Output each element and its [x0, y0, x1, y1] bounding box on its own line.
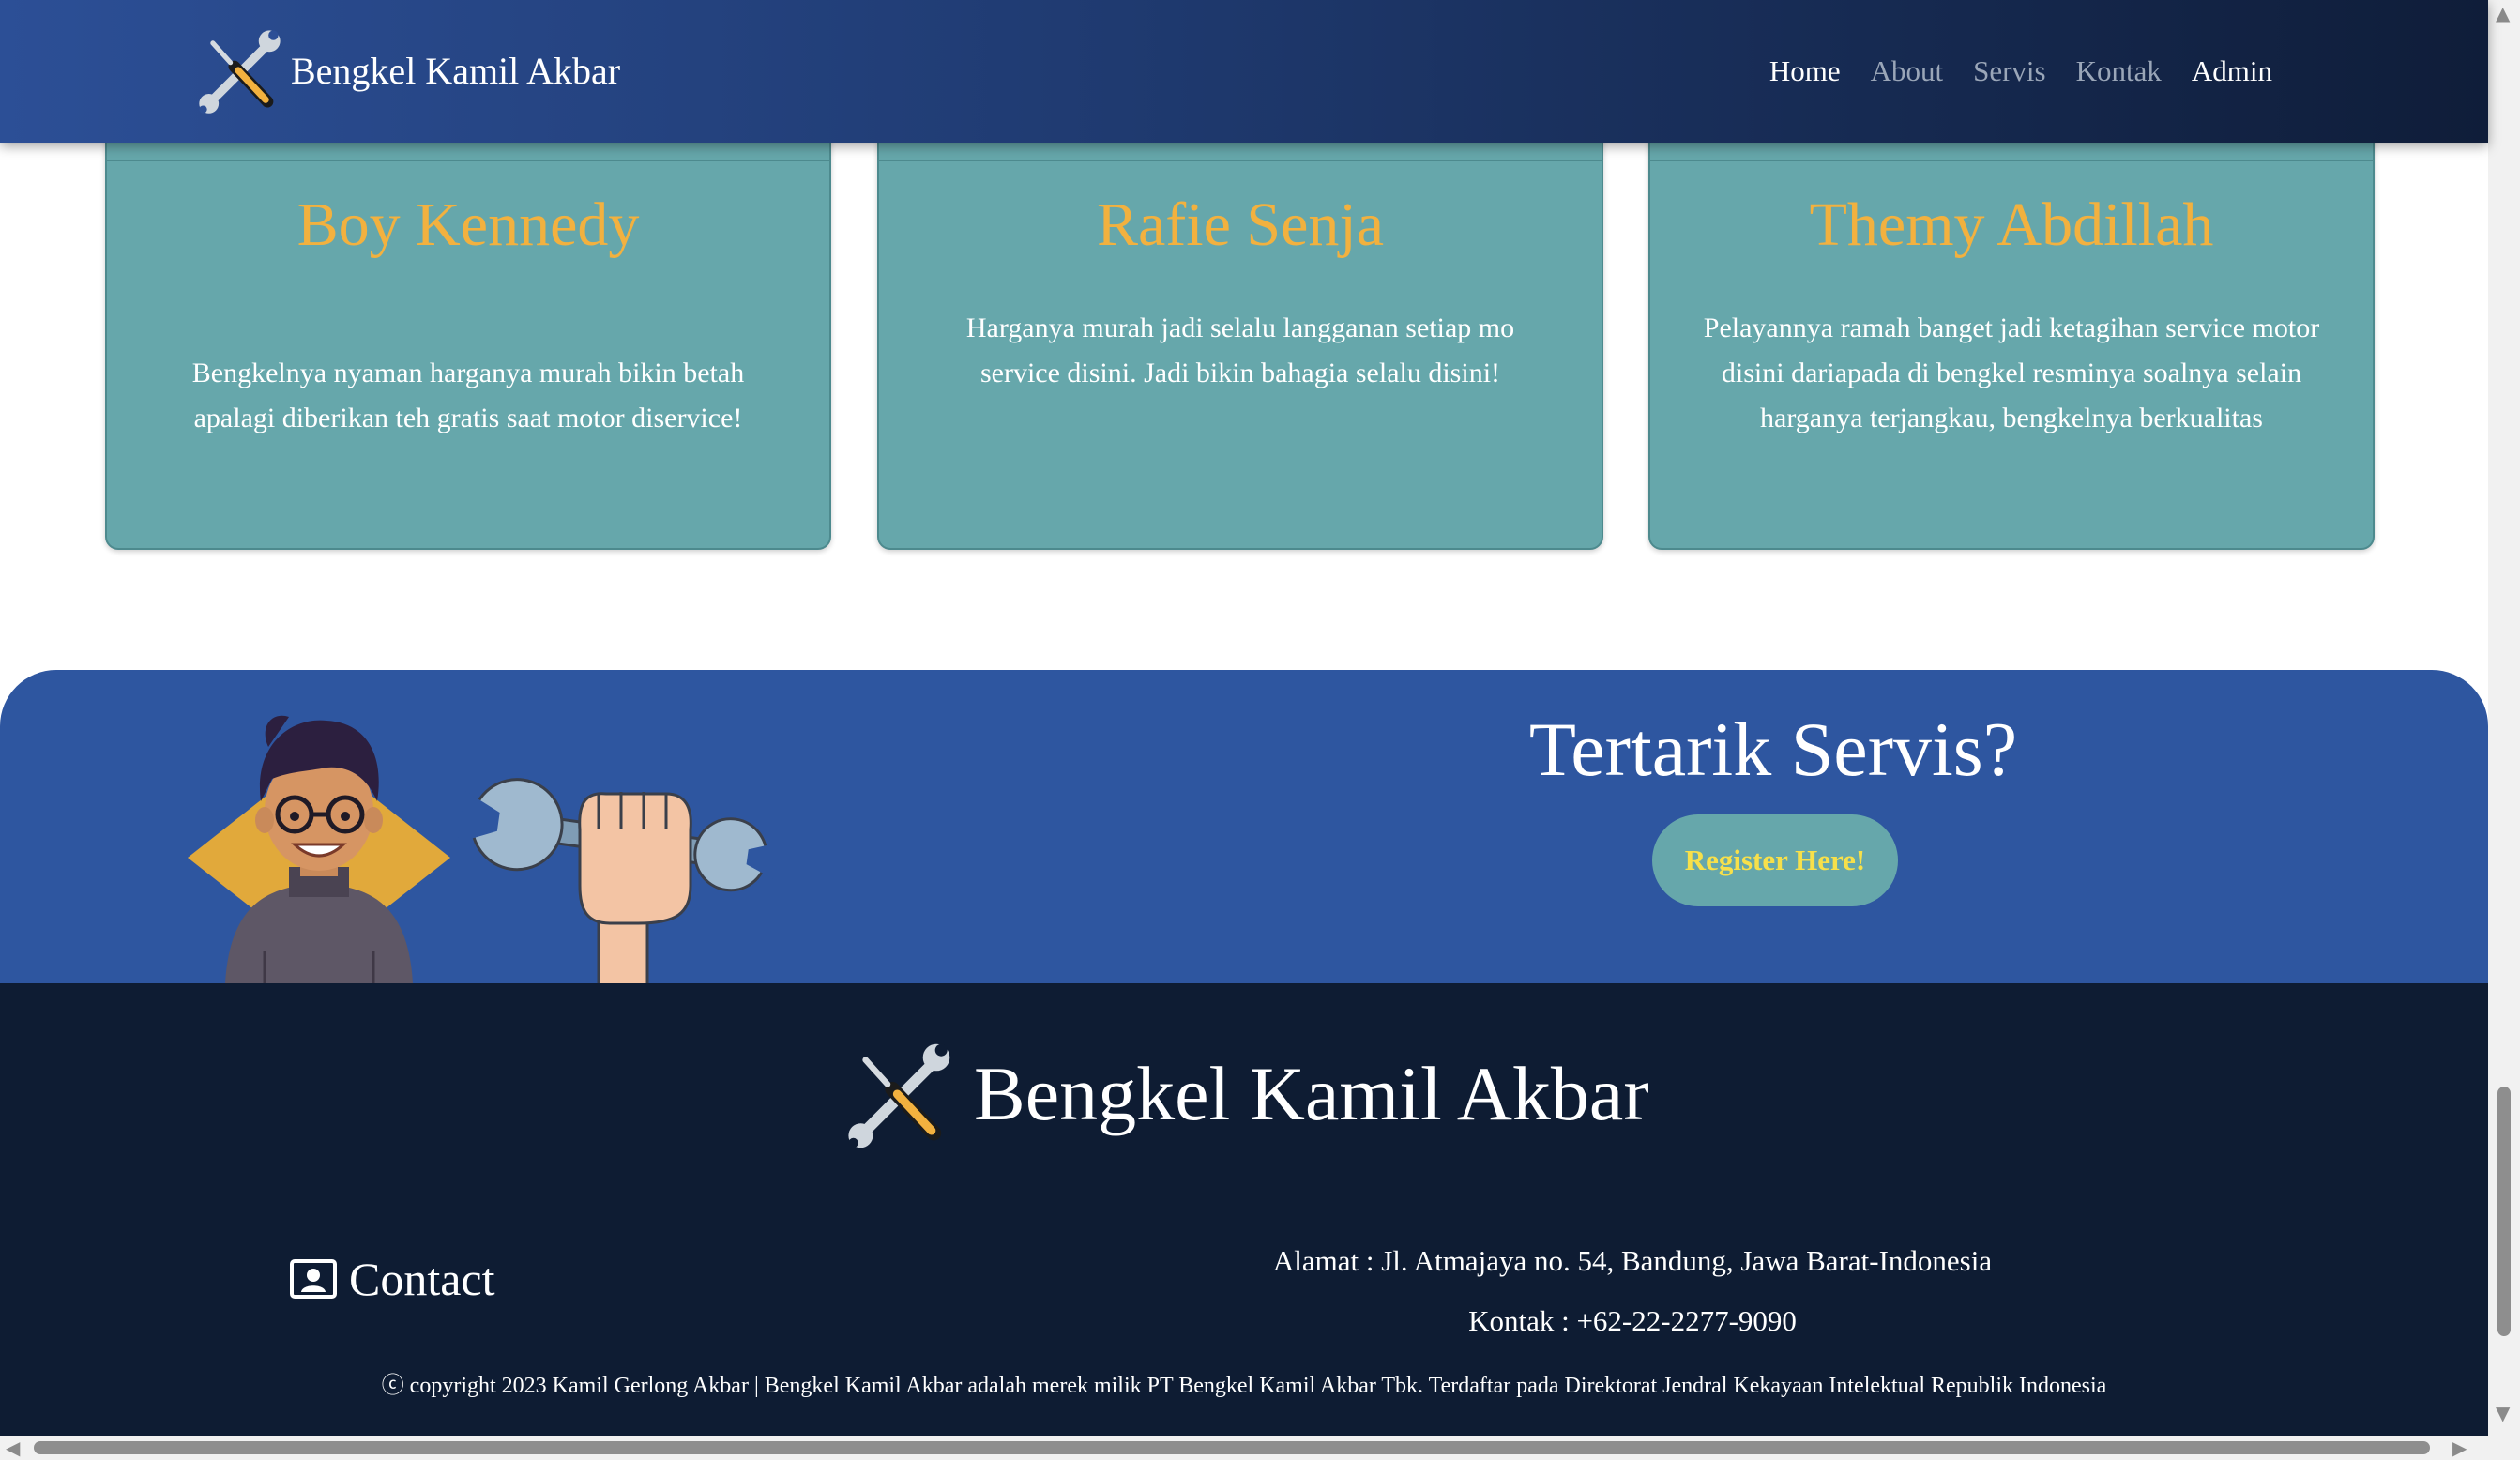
horizontal-scrollbar[interactable]: ◀ ▶ [0, 1436, 2488, 1460]
testimonial-line: Pelayannya ramah banget jadi ketagihan s… [1703, 312, 2320, 343]
nav-kontak-link[interactable]: Kontak [2076, 54, 2162, 88]
vertical-scroll-thumb[interactable] [2497, 1087, 2511, 1336]
scroll-right-arrow-icon[interactable]: ▶ [2452, 1438, 2467, 1457]
testimonial-card: Themy Abdillah Pelayannya ramah banget j… [1648, 131, 2375, 550]
wrench-screwdriver-icon [848, 1043, 950, 1148]
footer-brand: Bengkel Kamil Akbar [839, 1032, 1649, 1156]
testimonial-line: service disini. Jadi bikin bahagia selal… [979, 357, 1501, 388]
testimonial-card: Boy Kennedy Bengkelnya nyaman harganya m… [105, 131, 831, 550]
card-divider [1650, 160, 2373, 161]
scroll-up-arrow-icon[interactable]: ▲ [2496, 4, 2510, 23]
card-divider [107, 160, 829, 161]
testimonial-text: Harganya murah jadi selalu langganan set… [926, 306, 1555, 396]
testimonial-text: Bengkelnya nyaman harganya murah bikin b… [154, 351, 782, 441]
copyright-text: ⓒ copyright 2023 Kamil Gerlong Akbar | B… [381, 1374, 2107, 1398]
footer: Bengkel Kamil Akbar Contact Alamat : Jl.… [0, 983, 2488, 1436]
register-button[interactable]: Register Here! [1652, 814, 1898, 906]
nav-about-link[interactable]: About [1871, 54, 1944, 88]
testimonial-card: Rafie Senja Harganya murah jadi selalu l… [877, 131, 1603, 550]
testimonial-name: Boy Kennedy [296, 190, 640, 259]
vertical-scrollbar[interactable]: ▲ ▼ [2488, 0, 2520, 1436]
contact-label: Contact [349, 1253, 495, 1305]
brand-name: Bengkel Kamil Akbar [291, 49, 621, 92]
scroll-left-arrow-icon[interactable]: ◀ [6, 1438, 20, 1457]
cta-title: Tertarik Servis? [1528, 707, 2018, 792]
scroll-down-arrow-icon[interactable]: ▼ [2496, 1404, 2510, 1422]
testimonial-line: Harganya murah jadi selalu langganan set… [965, 312, 1515, 343]
nav-links: Home About Servis Kontak Admin [1769, 54, 2272, 88]
testimonial-line: Bengkelnya nyaman harganya murah bikin b… [191, 357, 745, 388]
footer-brand-name: Bengkel Kamil Akbar [974, 1051, 1649, 1136]
testimonial-name: Rafie Senja [1096, 190, 1385, 259]
contact-card-icon [290, 1259, 337, 1299]
brand[interactable]: Bengkel Kamil Akbar [191, 21, 620, 120]
wrench-screwdriver-icon [199, 30, 281, 114]
horizontal-scroll-thumb[interactable] [34, 1441, 2430, 1454]
card-divider [879, 160, 1602, 161]
cta-banner: Tertarik Servis? Register Here! [0, 670, 2488, 983]
navbar: Bengkel Kamil Akbar Home About Servis Ko… [0, 0, 2488, 143]
testimonial-name: Themy Abdillah [1809, 190, 2214, 259]
mechanic-with-wrench-illustration [188, 715, 781, 983]
testimonial-line: harganya terjangkau, bengkelnya berkuali… [1760, 403, 2263, 433]
scrollbar-corner [2488, 1436, 2520, 1460]
contact-heading: Contact [289, 1252, 495, 1306]
testimonial-line: disini dariapada di bengkel resminya soa… [1721, 357, 2302, 388]
testimonial-line: apalagi diberikan teh gratis saat motor … [193, 403, 743, 433]
nav-home-link[interactable]: Home [1769, 54, 1841, 88]
phone-text: Kontak : +62-22-2277-9090 [1468, 1304, 1797, 1337]
testimonial-text: Pelayannya ramah banget jadi ketagihan s… [1697, 306, 2326, 441]
address-text: Alamat : Jl. Atmajaya no. 54, Bandung, J… [1272, 1244, 1993, 1277]
nav-servis-link[interactable]: Servis [1973, 54, 2046, 88]
nav-admin-link[interactable]: Admin [2192, 54, 2272, 88]
